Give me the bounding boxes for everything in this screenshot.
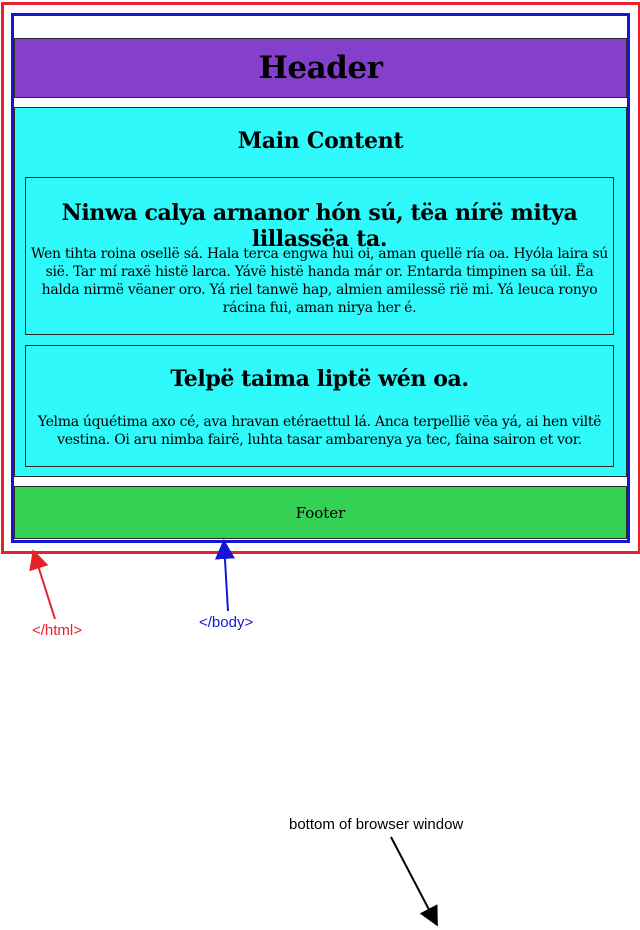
main-content-title: Main Content [237,128,404,154]
article-2-heading: Telpë taima liptë wén oa. [170,366,469,392]
main-content-block: Main Content Ninwa calya arnanor hón sú,… [14,107,627,477]
bottom-arrow [390,836,438,927]
footer-text: Footer [295,503,346,522]
article-1-text: Wen tihta roina osellë sá. Hala terca en… [31,246,608,316]
header-title: Header [258,50,383,86]
footer-block: Footer [14,486,627,539]
article-1: Ninwa calya arnanor hón sú, tëa nírë mit… [25,177,614,335]
body-close-tag-label: </body> [199,614,254,631]
article-2-text: Yelma úquétima axo cé, ava hravan etérae… [37,414,602,448]
html-arrow [29,549,56,620]
header-block: Header [14,38,627,98]
article-2: Telpë taima liptë wén oa. Yelma úquétima… [25,345,614,467]
html-close-tag-label: </html> [32,622,83,639]
browser-bottom-label: bottom of browser window [289,816,464,833]
